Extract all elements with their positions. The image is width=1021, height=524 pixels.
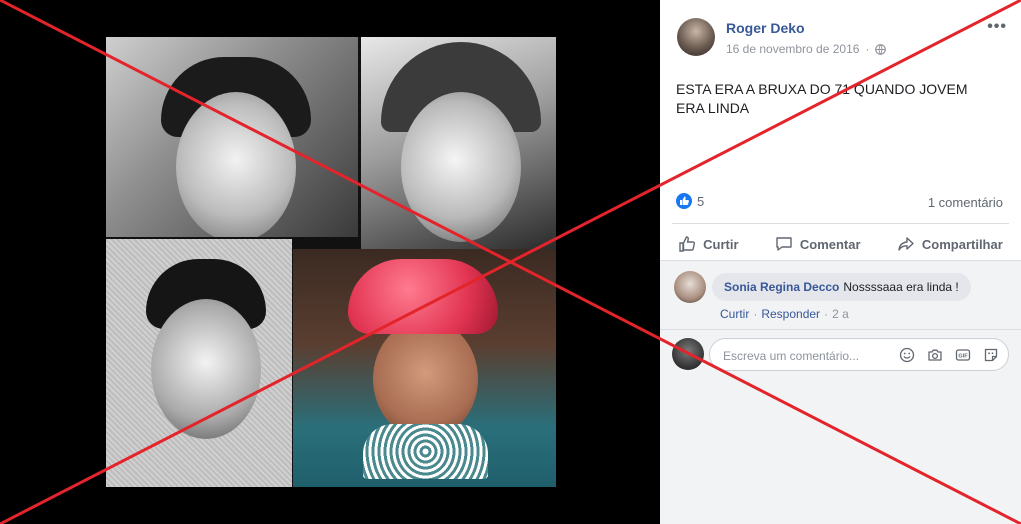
thumbs-up-icon (679, 236, 696, 252)
collage-photo-4 (293, 249, 556, 487)
reaction-summary[interactable]: 5 (676, 193, 704, 209)
face (176, 92, 296, 237)
more-options-icon[interactable]: ••• (987, 18, 1007, 36)
post-date[interactable]: 16 de novembro de 2016 (726, 42, 859, 56)
comment-label: Comentar (799, 236, 861, 252)
comment-bubble-icon (776, 237, 792, 251)
post-side-panel: Roger Deko 16 de novembro de 2016 · ••• … (660, 0, 1021, 524)
comment-composer[interactable]: GIF (709, 338, 1009, 371)
flower-hat (348, 259, 498, 334)
post-photo-area[interactable] (0, 0, 660, 524)
svg-text:GIF: GIF (958, 354, 968, 360)
post-text-line: ESTA ERA A BRUXA DO 71 QUANDO JOVEM (676, 81, 968, 97)
like-count[interactable]: 5 (697, 194, 704, 209)
share-button[interactable]: Compartilhar (897, 235, 1003, 253)
collage-photo-3 (106, 239, 292, 487)
sticker-icon[interactable] (982, 346, 1000, 364)
share-label: Compartilhar (921, 236, 1003, 252)
post-text: ESTA ERA A BRUXA DO 71 QUANDO JOVEM ERA … (676, 80, 996, 118)
globe-icon[interactable] (875, 43, 887, 55)
comment-input[interactable] (721, 345, 895, 367)
collage-photo-1 (106, 37, 358, 237)
share-arrow-icon (898, 237, 914, 251)
comment-count[interactable]: 1 comentário (928, 195, 1003, 210)
current-user-avatar[interactable] (672, 338, 704, 370)
divider (672, 223, 1009, 224)
divider (660, 260, 1021, 261)
author-name[interactable]: Roger Deko (726, 20, 805, 36)
comment-time[interactable]: 2 a (832, 307, 849, 321)
comment-bubble: Sonia Regina Decco Nossssaaa era linda ! (712, 273, 971, 301)
face (151, 299, 261, 439)
comment-actions: Curtir · Responder · 2 a (720, 307, 849, 321)
face (401, 92, 521, 242)
collar (363, 424, 488, 479)
composer-icons: GIF (898, 346, 1000, 364)
like-button[interactable]: Curtir (678, 235, 739, 253)
commenter-name[interactable]: Sonia Regina Decco (724, 280, 839, 294)
divider (660, 329, 1021, 330)
emoji-icon[interactable] (898, 346, 916, 364)
author-avatar[interactable] (677, 18, 715, 56)
post-text-line: ERA LINDA (676, 100, 750, 116)
comment-button[interactable]: Comentar (775, 235, 861, 253)
comment-like-link[interactable]: Curtir (720, 307, 749, 321)
comment-text: Nossssaaa era linda ! (843, 280, 959, 294)
commenter-avatar[interactable] (674, 271, 706, 303)
photo-collage[interactable] (106, 37, 556, 487)
comment-reply-link[interactable]: Responder (761, 307, 820, 321)
collage-photo-2 (361, 37, 556, 249)
like-reaction-icon (676, 193, 692, 209)
post-meta: 16 de novembro de 2016 · (726, 42, 887, 56)
like-label: Curtir (703, 236, 739, 252)
post-actions: Curtir Comentar Compartilhar (660, 230, 1021, 258)
gif-icon[interactable]: GIF (954, 346, 972, 364)
face (373, 319, 478, 439)
camera-icon[interactable] (926, 346, 944, 364)
